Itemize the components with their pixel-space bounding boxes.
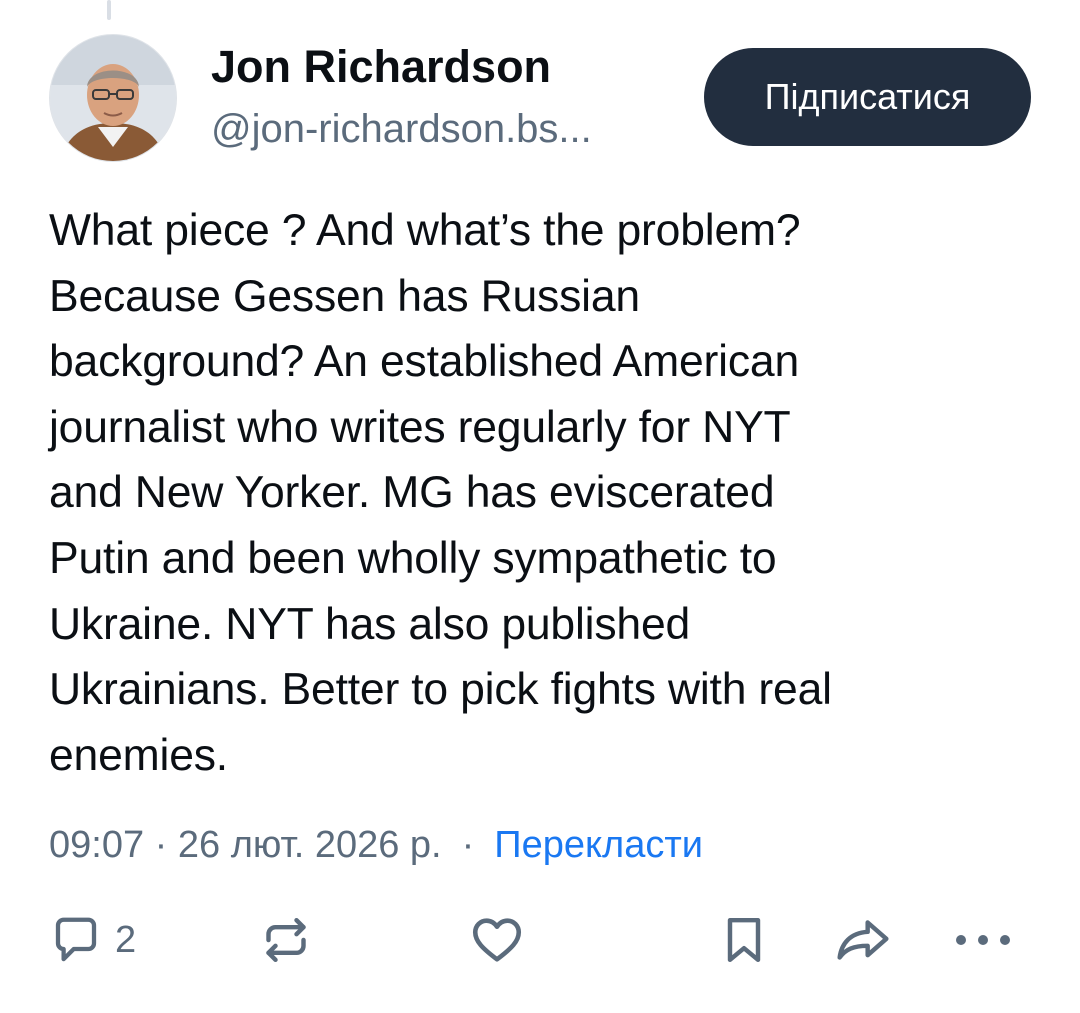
translate-link[interactable]: Перекласти (494, 822, 703, 868)
reply-count: 2 (115, 918, 137, 961)
reply-button[interactable]: 2 (49, 905, 136, 975)
share-icon (837, 920, 889, 960)
post-timestamp: 09:07 · 26 лют. 2026 р. (49, 824, 442, 866)
avatar-image (50, 35, 176, 161)
author-display-name[interactable]: Jon Richardson (211, 40, 551, 94)
bookmark-icon (727, 917, 761, 963)
bookmark-button[interactable] (716, 905, 772, 975)
avatar[interactable] (49, 34, 177, 162)
more-options-button[interactable] (952, 905, 1014, 975)
follow-button[interactable]: Підписатися (704, 48, 1031, 146)
repost-icon (266, 917, 306, 963)
repost-button[interactable] (258, 905, 314, 975)
reply-icon (55, 917, 97, 962)
post-actions: 2 (0, 905, 1080, 975)
like-button[interactable] (468, 905, 526, 975)
like-icon (472, 918, 522, 962)
author-handle[interactable]: @jon-richardson.bs... (211, 104, 592, 154)
post-meta: 09:07 · 26 лют. 2026 р. · Перекласти (49, 822, 703, 868)
share-button[interactable] (832, 905, 894, 975)
meta-separator: · (461, 824, 475, 866)
thread-line (107, 0, 111, 20)
post-text: What piece ? And what’s the problem? Bec… (49, 206, 832, 780)
more-icon (956, 935, 1010, 945)
